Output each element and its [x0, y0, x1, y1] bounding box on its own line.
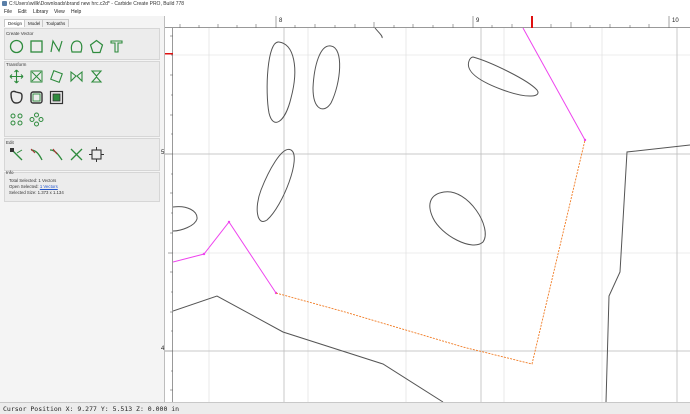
selected-vector-right-segment[interactable] — [522, 28, 586, 141]
transform-heading: Transform — [6, 62, 27, 67]
left-ruler-label-4: 4 — [161, 346, 165, 352]
scale-tool[interactable] — [29, 69, 44, 84]
node-edit-tool[interactable] — [9, 147, 24, 162]
extend-tool[interactable] — [49, 147, 64, 162]
oval-vector-3[interactable] — [256, 149, 295, 222]
tab-toolpaths[interactable]: Toolpaths — [42, 19, 70, 27]
rotate-tool[interactable] — [49, 69, 64, 84]
menu-help[interactable]: Help — [71, 9, 81, 15]
left-sidebar: Design Model Toolpaths Create Vector Tra… — [0, 16, 165, 402]
info-selected-size-value: 1.373 x 1.134 — [37, 190, 64, 195]
trim-icon — [30, 148, 43, 161]
oval-vector-2[interactable] — [312, 45, 341, 110]
cursor-x-marker — [531, 16, 533, 28]
split-tool[interactable] — [69, 147, 84, 162]
bounding-box-tool[interactable] — [89, 147, 104, 162]
info-selected-size: Selected Size: 1.373 x 1.134 — [9, 190, 64, 195]
status-bar: Cursor Position X: 9.277 Y: 5.513 Z: 0.0… — [0, 402, 690, 414]
node-edit-icon — [10, 148, 23, 161]
trim-tool[interactable] — [29, 147, 44, 162]
mirror-vertical-tool[interactable] — [89, 69, 104, 84]
grid-array-tool[interactable] — [29, 112, 44, 127]
oval-vector-top[interactable] — [374, 28, 383, 39]
info-selected-size-label: Selected Size: — [9, 190, 37, 195]
top-ruler-ticks — [179, 16, 670, 28]
polyline-icon — [50, 39, 63, 53]
align-tool[interactable] — [9, 112, 24, 127]
square-icon — [30, 40, 43, 53]
design-canvas[interactable] — [173, 28, 690, 402]
left-ruler: 5 4 — [161, 28, 173, 402]
app-icon — [2, 1, 7, 6]
menu-file[interactable]: File — [4, 9, 12, 15]
title-bar: C:\Users\willk\Downloads\brand new hrc.c… — [0, 0, 690, 8]
menu-edit[interactable]: Edit — [18, 9, 27, 15]
rotate-icon — [50, 70, 63, 83]
info-total-selected-value: 1 Vectors — [38, 178, 57, 183]
info-total-selected: Total Selected: 1 Vectors — [9, 178, 56, 183]
menu-bar: File Edit Library View Help — [0, 8, 690, 16]
info-total-selected-label: Total Selected: — [9, 178, 38, 183]
move-tool[interactable] — [9, 69, 24, 84]
oval-vector-4[interactable] — [429, 191, 486, 246]
rectangle-tool[interactable] — [29, 39, 44, 54]
cursor-y-marker — [165, 53, 173, 55]
circle-icon — [9, 39, 24, 54]
oval-vector-5[interactable] — [467, 56, 539, 97]
canvas-drawing[interactable] — [173, 28, 690, 402]
edit-heading: Edit — [6, 140, 14, 145]
circle-tool[interactable] — [9, 39, 24, 54]
left-ruler-label-5: 5 — [161, 150, 165, 156]
align-icon — [10, 113, 23, 126]
right-vector-line[interactable] — [605, 144, 690, 402]
move-icon — [9, 69, 24, 84]
polygon-icon — [89, 39, 104, 54]
left-ruler-ticks — [165, 35, 173, 391]
toolpath-preview — [275, 139, 586, 365]
menu-view[interactable]: View — [54, 9, 65, 15]
bounding-box-icon — [89, 147, 104, 162]
curve-icon — [70, 40, 83, 53]
split-icon — [70, 148, 83, 161]
vector-shapes — [173, 28, 690, 402]
mirror-vertical-icon — [90, 70, 103, 83]
extend-icon — [49, 148, 63, 161]
boolean-union-icon — [30, 91, 43, 104]
mirror-tool[interactable] — [69, 69, 84, 84]
scale-icon — [30, 70, 43, 83]
partial-vector-left[interactable] — [173, 206, 198, 232]
polygon-tool[interactable] — [89, 39, 104, 54]
oval-vector-1[interactable] — [266, 41, 296, 123]
menu-library[interactable]: Library — [33, 9, 48, 15]
boolean-subtract-icon — [49, 90, 64, 105]
polyline-tool[interactable] — [49, 39, 64, 54]
window-title: C:\Users\willk\Downloads\brand new hrc.c… — [9, 1, 185, 7]
selected-vector-left-segment[interactable] — [173, 221, 277, 294]
top-ruler: 8 9 10 — [165, 16, 690, 28]
tab-design[interactable]: Design — [4, 19, 27, 27]
selected-vector-nodes — [202, 138, 587, 295]
info-heading: Info — [6, 170, 14, 175]
text-tool[interactable] — [109, 39, 124, 54]
grid-array-icon — [29, 112, 44, 127]
offset-tool[interactable] — [9, 90, 24, 105]
info-open-selected-link[interactable]: 1 Vectors — [40, 184, 58, 189]
text-icon — [110, 40, 123, 53]
mirror-icon — [70, 70, 83, 83]
boolean-subtract-tool[interactable] — [49, 90, 64, 105]
cursor-position-readout: Cursor Position X: 9.277 Y: 5.513 Z: 0.0… — [3, 405, 180, 413]
info-open-selected: Open Selected: 1 Vectors — [9, 184, 58, 189]
boolean-union-tool[interactable] — [29, 90, 44, 105]
create-vector-heading: Create Vector — [6, 31, 34, 36]
offset-icon — [10, 90, 23, 104]
curve-tool[interactable] — [69, 39, 84, 54]
info-open-selected-label: Open Selected: — [9, 184, 39, 189]
